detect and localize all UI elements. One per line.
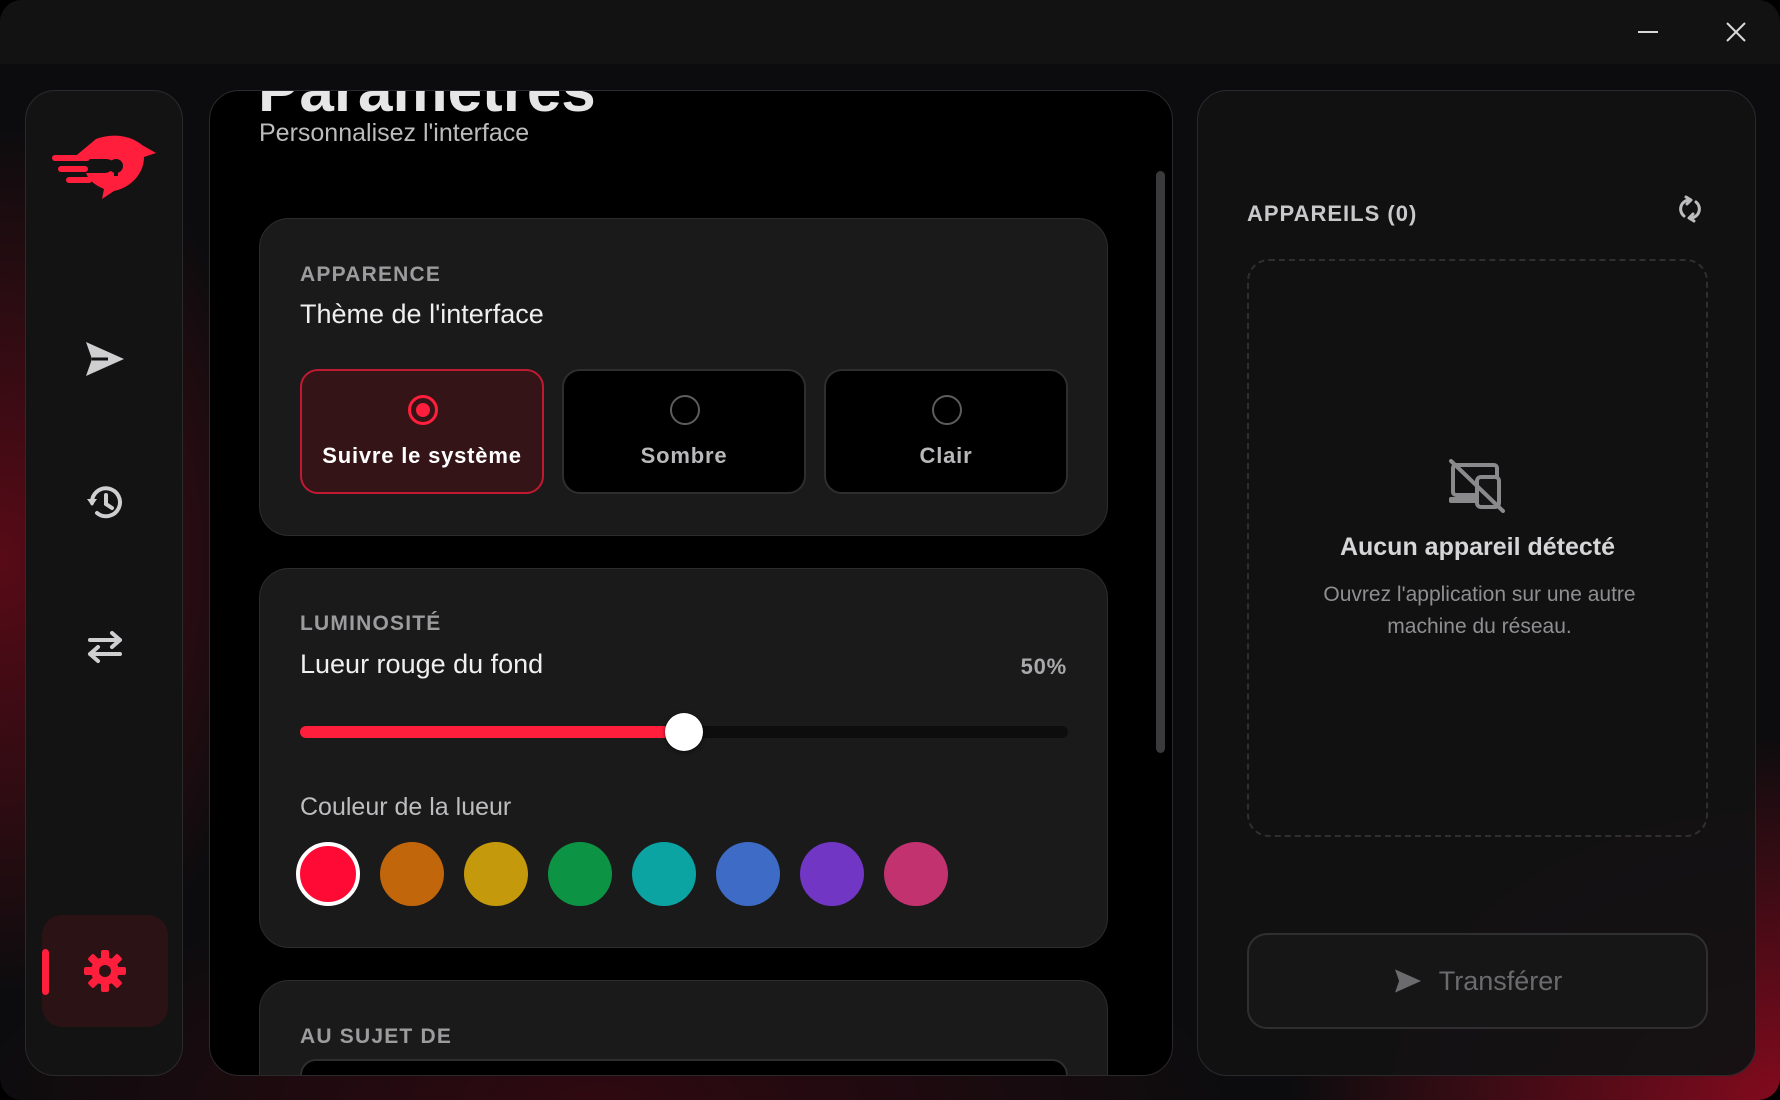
minimize-button[interactable] [1628, 14, 1668, 50]
glow-color-heading: Couleur de la lueur [300, 793, 512, 821]
color-swatch[interactable] [716, 842, 780, 906]
sidebar-item-history[interactable] [42, 447, 168, 559]
gear-icon [84, 950, 126, 992]
appearance-card: APPARENCE Thème de l'interface Suivre le… [259, 218, 1108, 536]
close-button[interactable] [1716, 14, 1756, 50]
appearance-section-label: APPARENCE [300, 263, 442, 286]
color-swatch[interactable] [884, 842, 948, 906]
glow-heading: Lueur rouge du fond [300, 649, 544, 679]
transfer-button[interactable]: Transférer [1247, 933, 1708, 1029]
swap-arrows-icon [88, 631, 122, 663]
color-swatch[interactable] [380, 842, 444, 906]
about-content-box [300, 1059, 1068, 1075]
title-bar [0, 0, 1780, 64]
about-section-label: AU SUJET DE [300, 1025, 453, 1048]
eagle-logo [52, 133, 158, 203]
theme-option-system[interactable]: Suivre le système [300, 369, 544, 494]
minimize-icon [1638, 31, 1658, 33]
history-icon [87, 486, 122, 519]
radio-unselected-icon [932, 395, 962, 425]
empty-state-description: Ouvrez l'application sur une autre machi… [1323, 583, 1636, 638]
device-off-icon [1447, 459, 1507, 513]
send-icon [1394, 969, 1421, 993]
luminosity-section-label: LUMINOSITÉ [300, 612, 442, 635]
theme-option-label: Sombre [640, 443, 728, 468]
devices-panel: APPAREILS (0) Aucun appareil détecté Ouv… [1197, 90, 1756, 1076]
glow-slider[interactable] [300, 713, 1068, 751]
color-swatch[interactable] [464, 842, 528, 906]
sidebar [25, 90, 183, 1076]
radio-unselected-icon [670, 395, 700, 425]
empty-state-title: Aucun appareil détecté [1339, 533, 1616, 561]
color-swatch[interactable] [800, 842, 864, 906]
theme-option-dark[interactable]: Sombre [562, 369, 806, 494]
devices-empty-state: Aucun appareil détecté Ouvrez l'applicat… [1247, 259, 1708, 837]
sidebar-item-transfer[interactable] [42, 591, 168, 703]
sidebar-item-settings[interactable] [42, 915, 168, 1027]
color-swatch[interactable] [296, 842, 360, 906]
send-icon [86, 342, 124, 376]
about-card: AU SUJET DE [259, 980, 1108, 1075]
theme-option-label: Clair [919, 443, 973, 468]
refresh-button[interactable] [1672, 191, 1708, 227]
transfer-button-label: Transférer [1438, 965, 1563, 996]
settings-panel: Paramètres Personnalisez l'interface APP… [209, 90, 1173, 1076]
glow-slider-fill [300, 726, 684, 738]
glow-value-label: 50% [1020, 654, 1067, 679]
color-swatch[interactable] [548, 842, 612, 906]
refresh-icon [1679, 195, 1701, 223]
theme-option-label: Suivre le système [322, 443, 522, 468]
scrollbar-thumb[interactable] [1156, 171, 1165, 753]
glow-slider-thumb[interactable] [665, 713, 703, 751]
color-swatch[interactable] [632, 842, 696, 906]
page-subtitle: Personnalisez l'interface [259, 119, 530, 147]
theme-option-light[interactable]: Clair [824, 369, 1068, 494]
theme-heading: Thème de l'interface [300, 299, 544, 329]
sidebar-item-send[interactable] [42, 303, 168, 415]
active-indicator [42, 949, 49, 995]
radio-selected-icon [408, 395, 438, 425]
close-icon [1726, 22, 1746, 42]
app-window: Paramètres Personnalisez l'interface APP… [0, 0, 1780, 1100]
luminosity-card: LUMINOSITÉ Lueur rouge du fond 50% Coule… [259, 568, 1108, 948]
devices-title: APPAREILS (0) [1247, 201, 1418, 226]
